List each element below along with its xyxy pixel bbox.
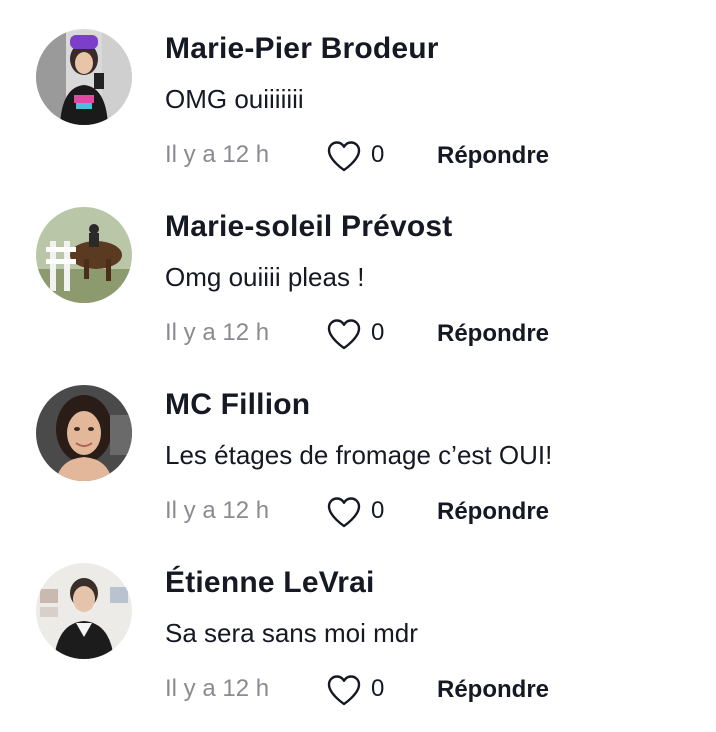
comment-item: Étienne LeVrai Sa sera sans moi mdr Il y…	[0, 534, 716, 712]
avatar-photo-icon	[36, 29, 132, 125]
avatar[interactable]	[36, 563, 132, 659]
heart-icon	[327, 319, 361, 350]
reply-button[interactable]: Répondre	[437, 142, 549, 170]
avatar[interactable]	[36, 385, 132, 481]
avatar-photo-icon	[36, 385, 132, 481]
comment-timestamp: Il y a 12 h	[165, 497, 270, 524]
comment-text: Sa sera sans moi mdr	[165, 618, 418, 648]
avatar-photo-icon	[36, 207, 132, 303]
like-count: 0	[371, 675, 385, 702]
heart-icon	[327, 141, 361, 172]
avatar[interactable]	[36, 29, 132, 125]
like-button[interactable]	[326, 316, 362, 352]
avatar-photo-icon	[36, 563, 132, 659]
like-button[interactable]	[326, 138, 362, 174]
heart-icon	[327, 497, 361, 528]
comment-timestamp: Il y a 12 h	[165, 675, 270, 702]
like-button[interactable]	[326, 672, 362, 708]
comment-item: Marie-Pier Brodeur OMG ouiiiiiii Il y a …	[0, 0, 716, 178]
reply-button[interactable]: Répondre	[437, 498, 549, 526]
reply-button[interactable]: Répondre	[437, 320, 549, 348]
like-count: 0	[371, 319, 385, 346]
like-count: 0	[371, 141, 385, 168]
comment-text: OMG ouiiiiiii	[165, 84, 304, 114]
reply-button[interactable]: Répondre	[437, 676, 549, 704]
comment-timestamp: Il y a 12 h	[165, 319, 270, 346]
like-button[interactable]	[326, 494, 362, 530]
comment-username[interactable]: Étienne LeVrai	[165, 566, 375, 600]
comment-username[interactable]: MC Fillion	[165, 388, 310, 422]
comment-username[interactable]: Marie-Pier Brodeur	[165, 32, 439, 66]
comment-username[interactable]: Marie-soleil Prévost	[165, 210, 452, 244]
comment-text: Omg ouiiii pleas !	[165, 262, 365, 292]
comment-item: MC Fillion Les étages de fromage c’est O…	[0, 356, 716, 534]
like-count: 0	[371, 497, 385, 524]
comment-timestamp: Il y a 12 h	[165, 141, 270, 168]
avatar[interactable]	[36, 207, 132, 303]
heart-icon	[327, 675, 361, 706]
comment-item: Marie-soleil Prévost Omg ouiiii pleas ! …	[0, 178, 716, 356]
comment-text: Les étages de fromage c’est OUI!	[165, 440, 553, 470]
